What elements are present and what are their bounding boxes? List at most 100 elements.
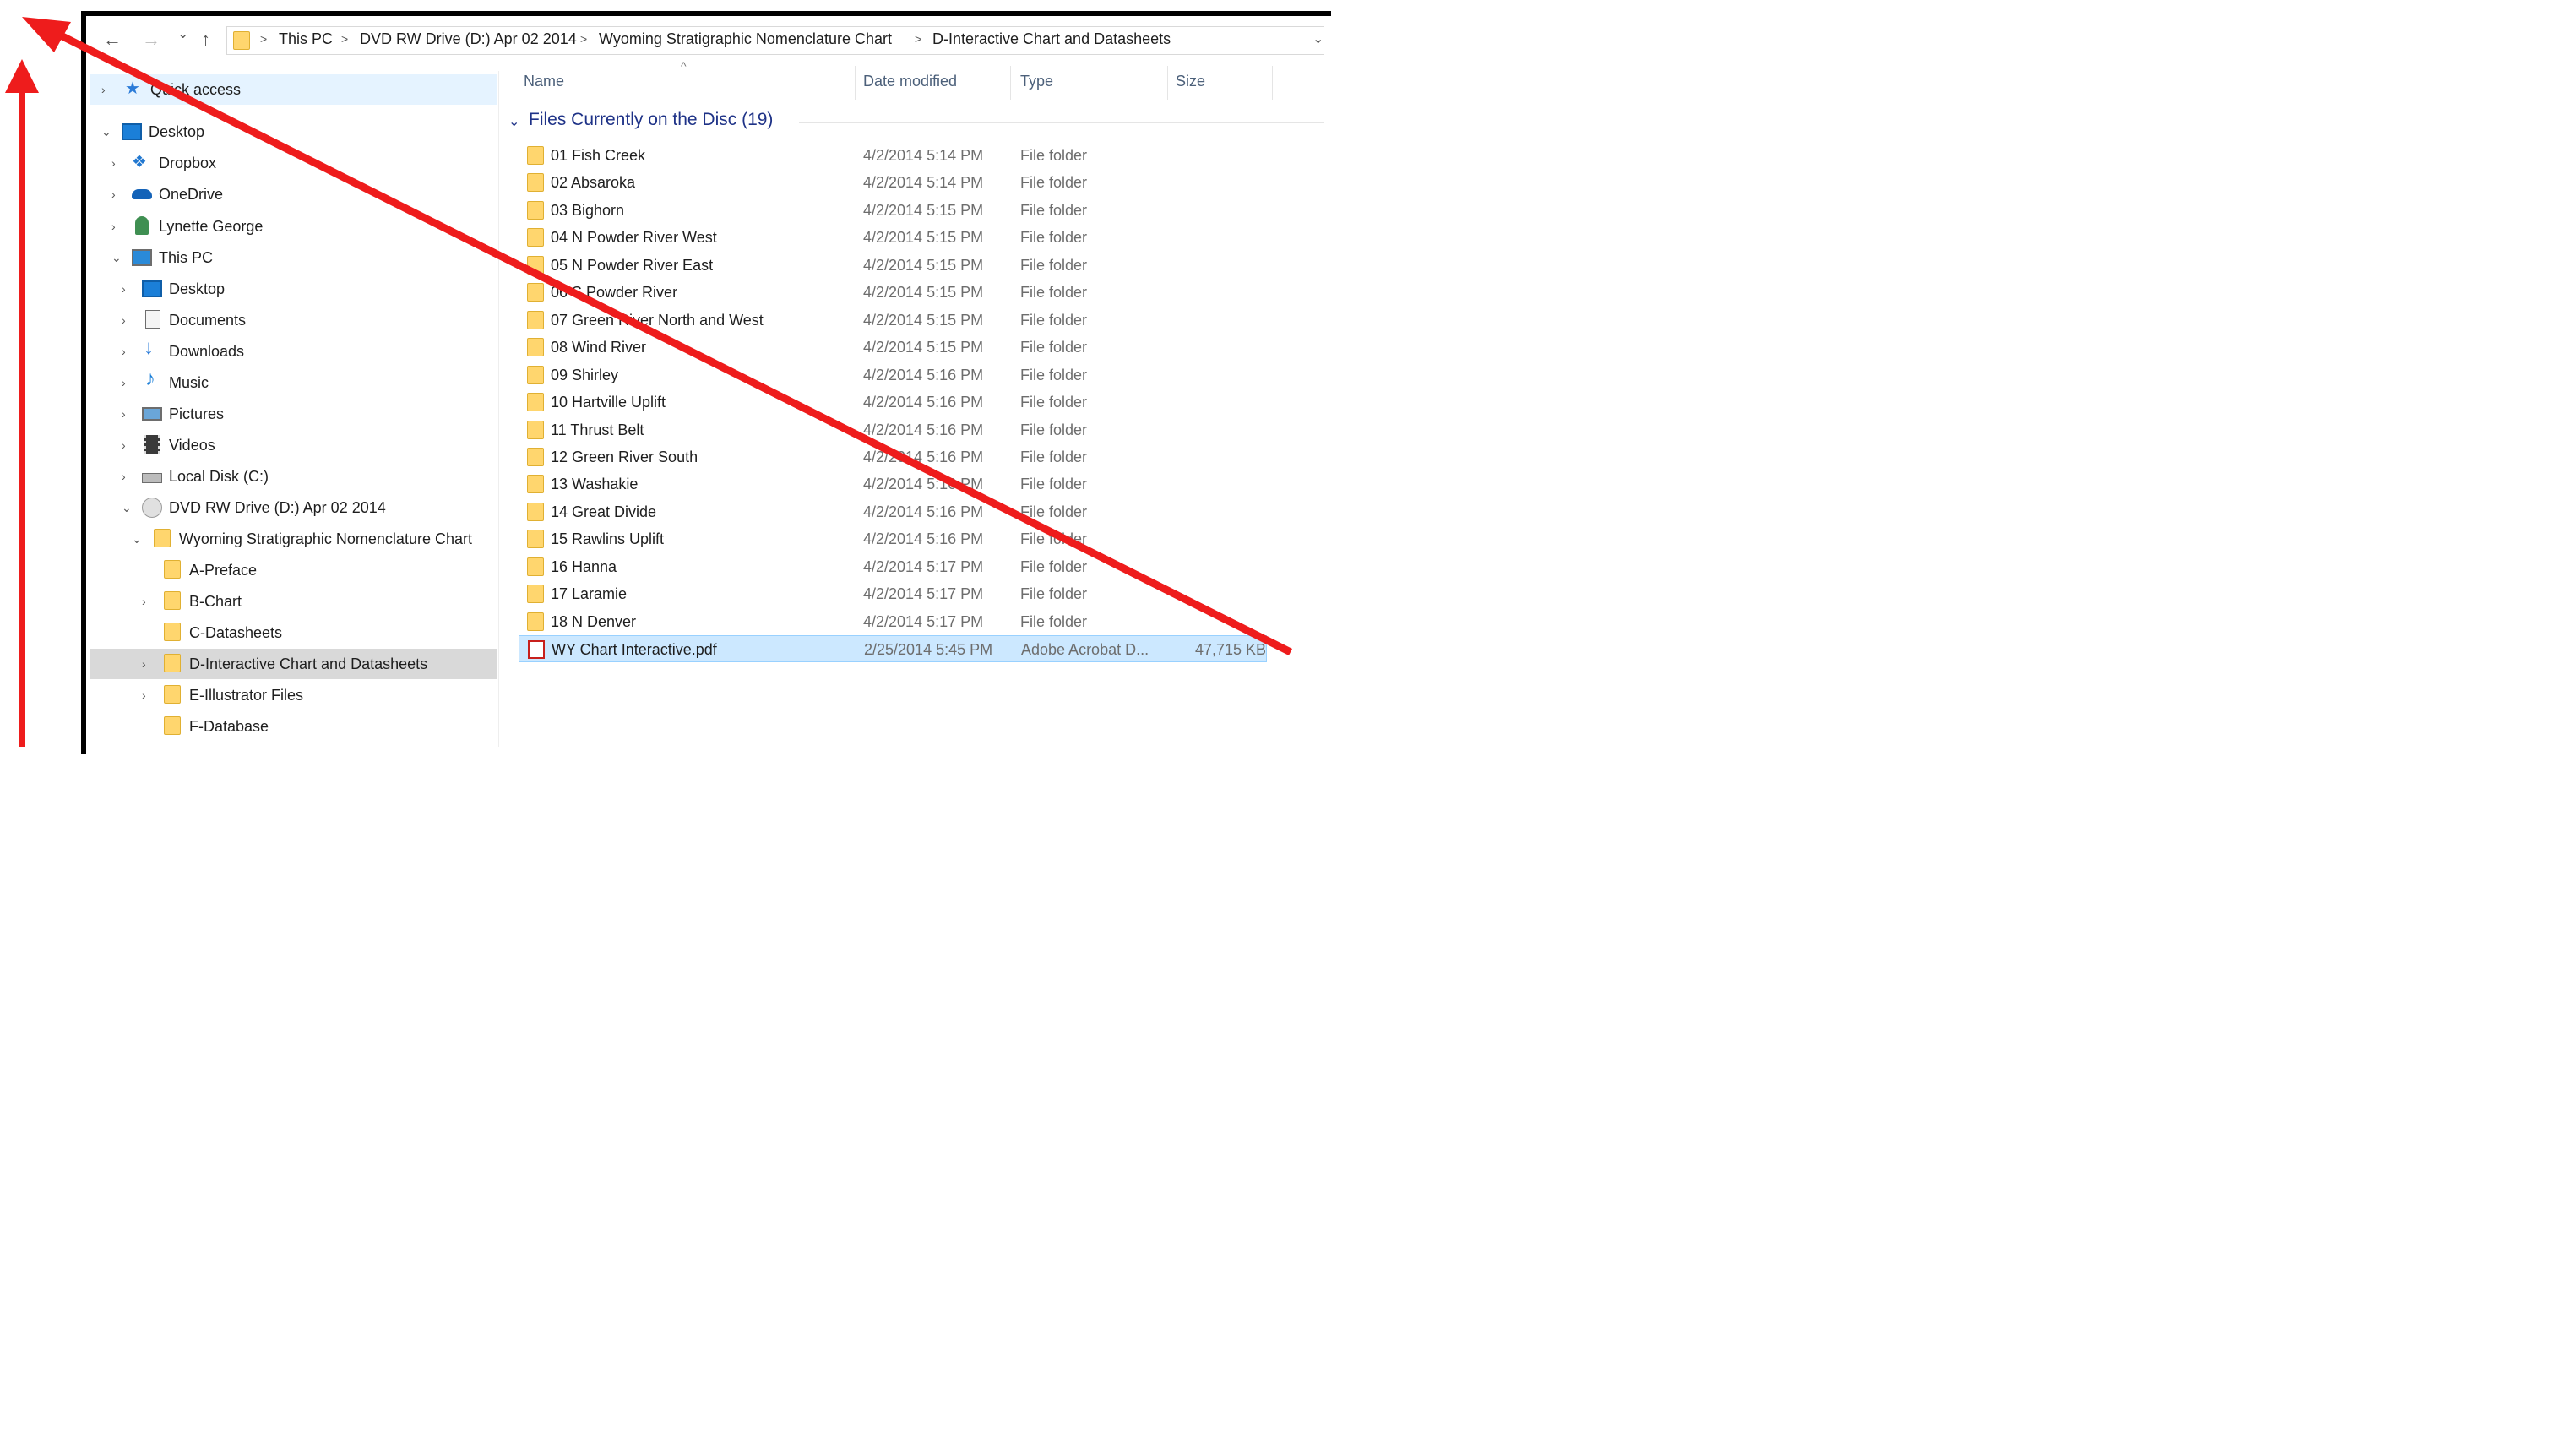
file-date-modified: 4/2/2014 5:14 PM	[863, 174, 984, 192]
sidebar-item-b-chart[interactable]: › B-Chart	[90, 586, 497, 617]
sidebar-item-c-datasheets[interactable]: C-Datasheets	[90, 617, 497, 648]
column-header-name[interactable]: Name	[524, 73, 564, 90]
file-row[interactable]: 10 Hartville Uplift 4/2/2014 5:16 PM File …	[519, 389, 1267, 416]
sidebar-item-desktop-pc[interactable]: › Desktop	[90, 274, 497, 304]
folder-icon	[527, 475, 544, 494]
breadcrumb-this-pc[interactable]: This PC	[279, 30, 333, 48]
folder-icon	[527, 612, 544, 631]
column-separator[interactable]	[855, 66, 856, 100]
sidebar-item-quick-access[interactable]: › ★ Quick access	[90, 74, 497, 105]
sidebar-item-desktop[interactable]: ⌄ Desktop	[90, 117, 497, 147]
file-row[interactable]: 09 Shirley 4/2/2014 5:16 PM File folder	[519, 362, 1267, 389]
chevron-right-icon[interactable]: ›	[142, 657, 146, 671]
sidebar-item-onedrive[interactable]: › OneDrive	[90, 179, 497, 209]
breadcrumb-d-interactive[interactable]: D-Interactive Chart and Datasheets	[932, 30, 1171, 48]
file-row[interactable]: 05 N Powder River East 4/2/2014 5:15 PM Fi…	[519, 252, 1267, 279]
file-row[interactable]: 14 Great Divide 4/2/2014 5:16 PM File fold…	[519, 498, 1267, 525]
folder-icon	[164, 591, 181, 610]
sidebar-item-f-database[interactable]: F-Database	[90, 711, 497, 742]
sidebar-item-music[interactable]: › ♪ Music	[90, 367, 497, 398]
file-type: File folder	[1020, 366, 1088, 383]
chevron-down-icon[interactable]: ⌄	[508, 113, 519, 130]
sidebar-item-a-preface[interactable]: A-Preface	[90, 555, 497, 585]
file-row[interactable]: 13 Washakie 4/2/2014 5:16 PM File folder	[519, 470, 1267, 498]
file-row[interactable]: 12 Green River South 4/2/2014 5:16 PM File…	[519, 443, 1267, 470]
breadcrumb-wyoming-chart[interactable]: Wyoming Stratigraphic Nomenclature Chart	[599, 30, 892, 48]
file-row[interactable]: 01 Fish Creek 4/2/2014 5:14 PM File folder	[519, 142, 1267, 169]
chevron-right-icon[interactable]: ›	[122, 407, 126, 421]
column-header-date[interactable]: Date modified	[863, 73, 957, 90]
file-name: 05 N Powder River East	[551, 256, 714, 274]
chevron-right-icon[interactable]: ›	[122, 470, 126, 483]
sidebar-item-label: Pictures	[169, 405, 225, 422]
sort-ascending-icon: ^	[681, 59, 687, 73]
chevron-right-icon[interactable]: ›	[111, 188, 116, 201]
chevron-right-icon[interactable]: ›	[111, 156, 116, 170]
file-row[interactable]: 15 Rawlins Uplift 4/2/2014 5:16 PM File fo…	[519, 525, 1267, 552]
sidebar-item-label: Videos	[169, 437, 215, 454]
file-type: File folder	[1020, 229, 1088, 247]
file-row-selected[interactable]: WY Chart Interactive.pdf 2/25/2014 5:45 P…	[519, 635, 1267, 663]
sidebar-item-wyoming-chart[interactable]: ⌄ Wyoming Stratigraphic Nomenclature Cha…	[90, 524, 497, 554]
folder-icon	[164, 716, 181, 735]
file-row[interactable]: 06 S Powder River 4/2/2014 5:15 PM File fo…	[519, 279, 1267, 306]
pane-divider[interactable]	[498, 71, 499, 747]
chevron-right-icon[interactable]: ›	[142, 595, 146, 608]
folder-icon	[527, 447, 544, 466]
file-type: File folder	[1020, 612, 1088, 630]
chevron-down-icon[interactable]: ⌄	[111, 251, 122, 265]
chevron-down-icon[interactable]: ⌄	[122, 501, 132, 515]
sidebar-item-d-interactive[interactable]: › D-Interactive Chart and Datasheets	[90, 649, 497, 679]
column-separator[interactable]	[1010, 66, 1011, 100]
chevron-right-icon[interactable]: ›	[142, 688, 146, 702]
chevron-down-icon[interactable]: ⌄	[101, 125, 111, 139]
forward-button[interactable]: →	[142, 29, 160, 51]
folder-icon	[527, 283, 544, 302]
file-row[interactable]: 08 Wind River 4/2/2014 5:15 PM File folder	[519, 334, 1267, 361]
column-separator[interactable]	[1167, 66, 1168, 100]
file-row[interactable]: 07 Green River North and West 4/2/2014 5:…	[519, 307, 1267, 334]
sidebar-item-e-illustrator[interactable]: › E-Illustrator Files	[90, 680, 497, 710]
file-date-modified: 4/2/2014 5:15 PM	[863, 256, 984, 274]
up-button[interactable]: ↑	[201, 29, 210, 51]
column-header-type[interactable]: Type	[1020, 73, 1053, 90]
user-icon	[135, 216, 149, 235]
sidebar-item-local-disk[interactable]: › Local Disk (C:)	[90, 461, 497, 492]
file-name: 18 N Denver	[551, 612, 637, 630]
folder-icon	[164, 623, 181, 641]
chevron-right-icon[interactable]: ›	[111, 220, 116, 233]
chevron-right-icon[interactable]: ›	[122, 376, 126, 389]
file-name: 03 Bighorn	[551, 201, 625, 219]
sidebar-item-downloads[interactable]: › ↓ Downloads	[90, 336, 497, 367]
column-header-size[interactable]: Size	[1176, 73, 1205, 90]
chevron-right-icon[interactable]: ›	[122, 313, 126, 327]
sidebar-item-documents[interactable]: › Documents	[90, 305, 497, 335]
sidebar-item-pictures[interactable]: › Pictures	[90, 399, 497, 429]
column-separator[interactable]	[1272, 66, 1273, 100]
folder-icon	[154, 529, 171, 547]
file-row[interactable]: 16 Hanna 4/2/2014 5:17 PM File folder	[519, 553, 1267, 580]
file-row[interactable]: 04 N Powder River West 4/2/2014 5:15 PM Fi…	[519, 224, 1267, 251]
back-button[interactable]: ←	[103, 29, 122, 51]
file-row[interactable]: 17 Laramie 4/2/2014 5:17 PM File folder	[519, 580, 1267, 607]
chevron-right-icon[interactable]: ›	[101, 83, 106, 96]
breadcrumb-dvd-drive[interactable]: DVD RW Drive (D:) Apr 02 2014	[360, 30, 577, 48]
folder-icon	[527, 557, 544, 576]
chevron-right-icon[interactable]: ›	[122, 345, 126, 358]
file-row[interactable]: 18 N Denver 4/2/2014 5:17 PM File folder	[519, 608, 1267, 635]
file-type: File folder	[1020, 174, 1088, 192]
sidebar-item-videos[interactable]: › Videos	[90, 430, 497, 460]
chevron-right-icon[interactable]: ›	[122, 438, 126, 452]
sidebar-item-dropbox[interactable]: › ❖ Dropbox	[90, 148, 497, 178]
file-name: 15 Rawlins Uplift	[551, 530, 665, 548]
recent-locations-button[interactable]: ⌄	[177, 25, 188, 42]
sidebar-item-this-pc[interactable]: ⌄ This PC	[90, 242, 497, 273]
chevron-right-icon[interactable]: ›	[122, 282, 126, 296]
chevron-down-icon[interactable]: ⌄	[132, 532, 142, 547]
file-row[interactable]: 02 Absaroka 4/2/2014 5:14 PM File folder	[519, 169, 1267, 196]
address-dropdown-icon[interactable]: ⌄	[1312, 30, 1323, 47]
file-row[interactable]: 11 Thrust Belt 4/2/2014 5:16 PM File folde…	[519, 416, 1267, 443]
sidebar-item-dvd-drive[interactable]: ⌄ DVD RW Drive (D:) Apr 02 2014	[90, 492, 497, 523]
file-row[interactable]: 03 Bighorn 4/2/2014 5:15 PM File folder	[519, 197, 1267, 224]
sidebar-item-lynette-george[interactable]: › Lynette George	[90, 211, 497, 242]
